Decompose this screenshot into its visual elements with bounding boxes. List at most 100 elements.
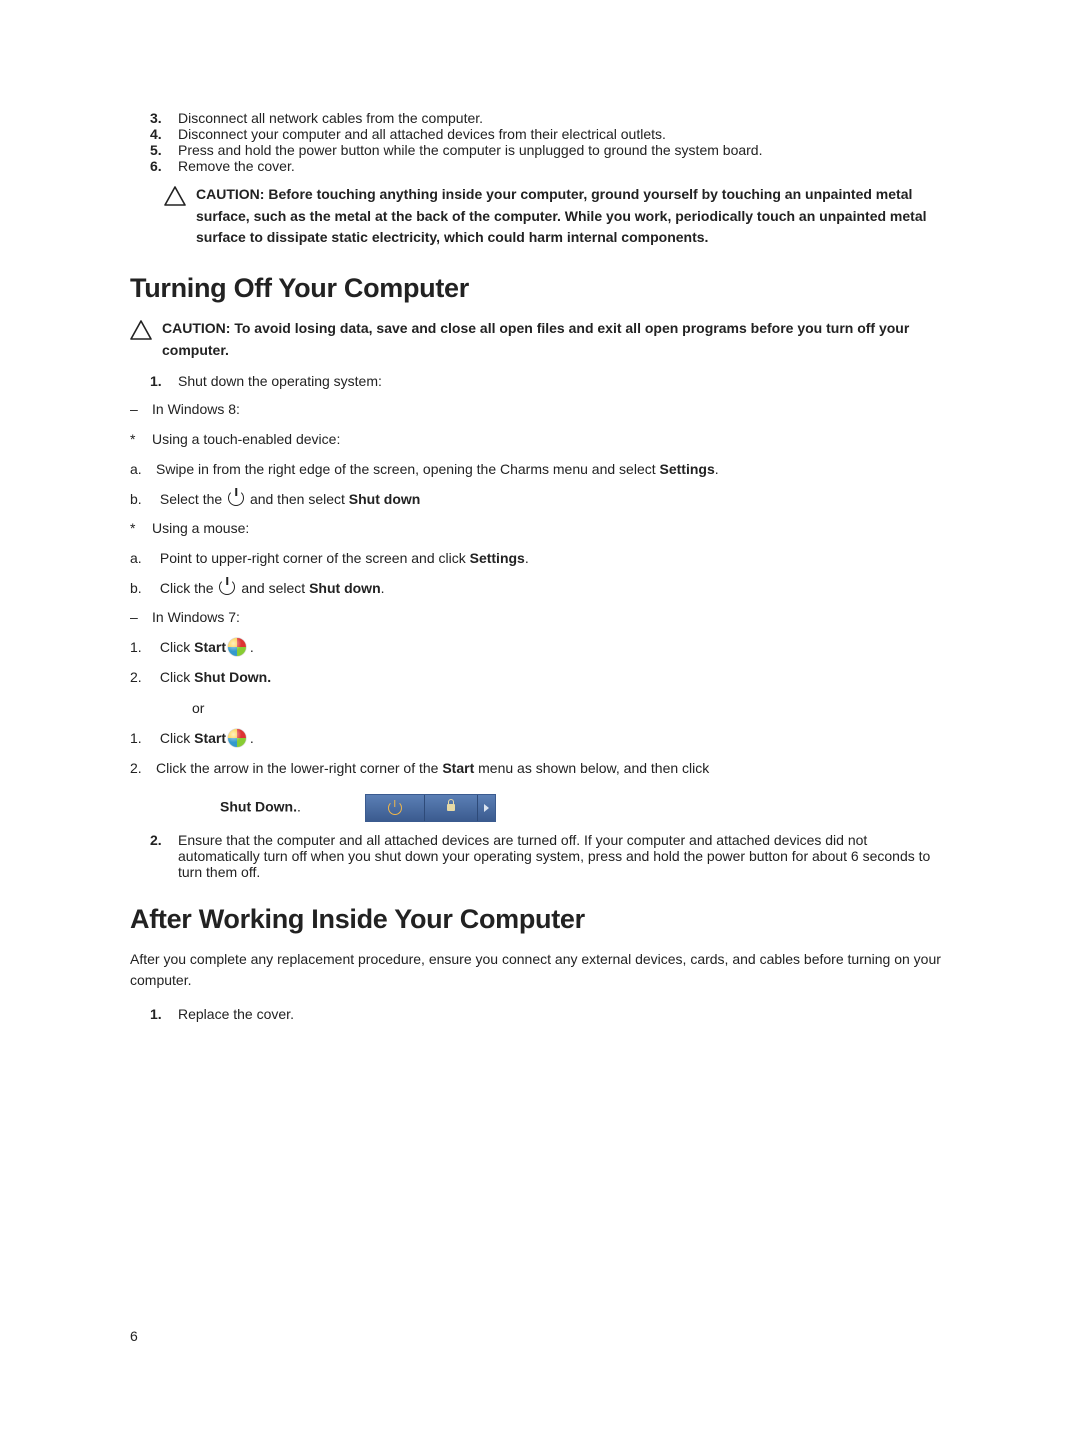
- text: Click the: [160, 580, 218, 596]
- step-number: 6.: [150, 158, 178, 174]
- w7-alt-step-1: 1. Click Start .: [130, 728, 950, 750]
- bold-settings: Settings: [470, 550, 525, 566]
- w7-step-2: 2. Click Shut Down.: [130, 667, 950, 689]
- step-number: 1.: [150, 373, 178, 389]
- w7-alt-step-2: 2. Click the arrow in the lower-right co…: [130, 758, 950, 780]
- windows8-section: –In Windows 8:: [130, 399, 950, 421]
- caution-text: CAUTION: Before touching anything inside…: [196, 184, 950, 249]
- star-marker: *: [130, 429, 152, 451]
- step-number: 3.: [150, 110, 178, 126]
- document-page: 3.Disconnect all network cables from the…: [0, 0, 1080, 1434]
- step-4: 4.Disconnect your computer and all attac…: [150, 126, 950, 142]
- shutdown-step-1: 1.Shut down the operating system:: [130, 373, 950, 389]
- step-text: Press and hold the power button while th…: [178, 142, 944, 158]
- after-step-1: 1.Replace the cover.: [130, 1006, 950, 1022]
- text: Swipe in from the right edge of the scre…: [156, 461, 660, 477]
- w8-touch-step-b: b. Select the and then select Shut down: [130, 489, 950, 511]
- text: and select: [241, 580, 309, 596]
- caution-body: Before touching anything inside your com…: [196, 186, 927, 245]
- caution-label: CAUTION:: [196, 186, 268, 202]
- bold-start: Start: [194, 639, 226, 655]
- or-separator: or: [192, 700, 950, 716]
- heading-after-working: After Working Inside Your Computer: [130, 904, 950, 935]
- power-icon: [228, 490, 244, 506]
- text: and then select: [250, 491, 349, 507]
- step-text: Remove the cover.: [178, 158, 944, 174]
- number-marker: 2.: [130, 758, 156, 780]
- start-orb-icon: [228, 729, 246, 747]
- power-icon: [388, 801, 402, 815]
- caution-text: CAUTION: To avoid losing data, save and …: [162, 318, 950, 361]
- caution-label: CAUTION:: [162, 320, 234, 336]
- bold-shutdown: Shut Down.: [194, 669, 271, 685]
- lock-segment: [425, 795, 478, 821]
- power-icon: [219, 579, 235, 595]
- letter-marker: a.: [130, 459, 156, 481]
- shutdown-button-image: [365, 794, 496, 822]
- step-3: 3.Disconnect all network cables from the…: [150, 110, 950, 126]
- after-working-paragraph: After you complete any replacement proce…: [130, 949, 950, 992]
- w8-mouse-step-b: b. Click the and select Shut down.: [130, 578, 950, 600]
- label: Using a mouse:: [152, 520, 249, 536]
- number-marker: 1.: [130, 728, 156, 750]
- step-number: 2.: [150, 832, 178, 848]
- caution-triangle-icon: [130, 318, 154, 361]
- letter-marker: b.: [130, 489, 156, 511]
- bold-start: Start: [194, 730, 226, 746]
- number-marker: 2.: [130, 667, 156, 689]
- number-marker: 1.: [130, 637, 156, 659]
- star-marker: *: [130, 518, 152, 540]
- lock-icon: [447, 804, 455, 811]
- text: .: [246, 730, 254, 746]
- bold-shutdown: Shut Down.: [220, 798, 297, 814]
- label: In Windows 7:: [152, 609, 240, 625]
- caution-triangle-icon: [164, 184, 188, 249]
- bold-shutdown: Shut down: [349, 491, 421, 507]
- page-number: 6: [130, 1328, 138, 1344]
- pre-steps-list: 3.Disconnect all network cables from the…: [130, 110, 950, 174]
- w8-touch-step-a: a. Swipe in from the right edge of the s…: [130, 459, 950, 481]
- caution-body: To avoid losing data, save and close all…: [162, 320, 909, 358]
- text: Click the arrow in the lower-right corne…: [156, 760, 442, 776]
- start-orb-icon: [228, 638, 246, 656]
- w7-shutdown-line: Shut Down..: [220, 794, 950, 822]
- letter-marker: a.: [130, 548, 156, 570]
- step-text: Disconnect all network cables from the c…: [178, 110, 944, 126]
- step-number: 1.: [150, 1006, 178, 1022]
- text: Click: [160, 639, 194, 655]
- w7-step-1: 1. Click Start .: [130, 637, 950, 659]
- step-5: 5.Press and hold the power button while …: [150, 142, 950, 158]
- text: .: [525, 550, 529, 566]
- text: Click: [160, 730, 194, 746]
- bold-shutdown: Shut down: [309, 580, 381, 596]
- step-text: Shut down the operating system:: [178, 373, 944, 389]
- bold-start: Start: [442, 760, 474, 776]
- step-text: Disconnect your computer and all attache…: [178, 126, 944, 142]
- text: .: [297, 798, 301, 814]
- caution-block-ground-yourself: CAUTION: Before touching anything inside…: [164, 184, 950, 249]
- dash-marker: –: [130, 399, 152, 421]
- power-segment: [366, 795, 425, 821]
- step-number: 4.: [150, 126, 178, 142]
- text: .: [246, 639, 254, 655]
- chevron-right-icon: [484, 804, 489, 812]
- text: Click: [160, 669, 194, 685]
- text: menu as shown below, and then click: [474, 760, 709, 776]
- step-text: Ensure that the computer and all attache…: [178, 832, 944, 880]
- step-number: 5.: [150, 142, 178, 158]
- heading-turning-off: Turning Off Your Computer: [130, 273, 950, 304]
- mouse-section: *Using a mouse:: [130, 518, 950, 540]
- text: Select the: [160, 491, 226, 507]
- touch-device-section: *Using a touch-enabled device:: [130, 429, 950, 451]
- label: In Windows 8:: [152, 401, 240, 417]
- step-text: Replace the cover.: [178, 1006, 944, 1022]
- bold-settings: Settings: [660, 461, 715, 477]
- windows7-section: –In Windows 7:: [130, 607, 950, 629]
- text: .: [715, 461, 719, 477]
- letter-marker: b.: [130, 578, 156, 600]
- dash-marker: –: [130, 607, 152, 629]
- text: Point to upper-right corner of the scree…: [160, 550, 470, 566]
- label: Using a touch-enabled device:: [152, 431, 340, 447]
- text: .: [381, 580, 385, 596]
- w8-mouse-step-a: a. Point to upper-right corner of the sc…: [130, 548, 950, 570]
